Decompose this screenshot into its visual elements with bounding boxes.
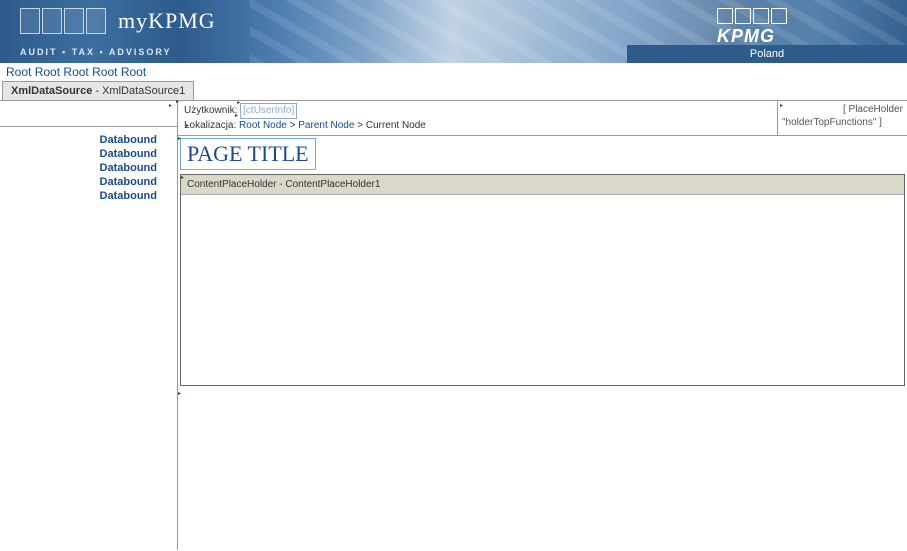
info-right-placeholder: ▸ [ PlaceHolder "holderTopFunctions" ] [777,101,907,135]
breadcrumb-parent[interactable]: Parent Node [298,120,354,131]
smart-tag-icon[interactable]: ▸ [181,175,187,181]
sidebar-item[interactable]: Databound [0,147,157,161]
sidebar-item[interactable]: Databound [0,189,157,203]
datasource-tab-name: XmlDataSource [11,85,92,97]
content-placeholder-header: ▸ ContentPlaceHolder - ContentPlaceHolde… [181,175,904,195]
smart-tag-icon[interactable]: ▸ [235,113,241,119]
top-menu: Root Root Root Root Root [0,63,907,81]
sidebar-item[interactable]: Databound [0,175,157,189]
sidebar-header-cell: ▸ [0,101,177,127]
corp-logo-squares-icon [717,8,787,24]
placeholder-line2: "holderTopFunctions" ] [782,116,903,129]
smart-tag-icon[interactable]: ▸ [176,99,182,105]
location-label: Lokalizacja: [184,120,236,131]
corp-logo-text: KPMG [717,26,787,47]
datasource-tab-row: XmlDataSource - XmlDataSource1 [0,81,907,100]
smart-tag-icon[interactable]: ▸ [178,391,184,397]
breadcrumb-sep: > [290,120,296,131]
brand-area: myKPMG [20,8,216,34]
page-title[interactable]: PAGE TITLE [180,138,316,170]
top-menu-item[interactable]: Root [63,65,88,79]
content-placeholder-body[interactable] [181,195,904,385]
breadcrumb-current: Current Node [366,120,426,131]
content-column: ▸ Użytkownik: ▸ [ctUserInfo] Lokalizacja… [178,101,907,550]
smart-tag-icon[interactable]: ▸ [780,103,786,109]
sidebar-item[interactable]: Databound [0,161,157,175]
corp-logo: KPMG [717,8,787,47]
user-control-placeholder[interactable]: ▸ [ctUserInfo] [240,103,297,119]
breadcrumb-sep: > [357,120,363,131]
sidebar: ▸ ▸ Databound Databound Databound Databo… [0,101,178,550]
smart-tag-icon[interactable]: ▸ [178,136,184,142]
top-menu-item[interactable]: Root [121,65,146,79]
smart-tag-icon[interactable]: ▸ [169,103,175,109]
lower-area: ▸ [180,388,905,548]
smart-tag-icon[interactable]: ▸ [237,100,243,106]
breadcrumb-root[interactable]: Root Node [239,120,287,131]
country-label: Poland [627,45,907,63]
content-placeholder-label: ContentPlaceHolder - ContentPlaceHolder1 [187,179,380,190]
datasource-tab[interactable]: XmlDataSource - XmlDataSource1 [2,81,194,100]
placeholder-line1: [ PlaceHolder [782,103,903,116]
info-row: ▸ Użytkownik: ▸ [ctUserInfo] Lokalizacja… [178,101,907,136]
user-label: Użytkownik: [184,105,237,116]
sidebar-item[interactable]: Databound [0,133,157,147]
tagline: AUDIT ▪ TAX ▪ ADVISORY [0,47,172,57]
main-layout: ▸ ▸ Databound Databound Databound Databo… [0,100,907,550]
sidebar-items: ▸ Databound Databound Databound Databoun… [0,127,177,203]
brand-squares-icon [20,8,106,34]
brand-text: myKPMG [118,8,216,34]
header-banner: myKPMG AUDIT ▪ TAX ▪ ADVISORY KPMG Polan… [0,0,907,63]
info-left: ▸ Użytkownik: ▸ [ctUserInfo] Lokalizacja… [178,101,777,135]
datasource-tab-suffix: - XmlDataSource1 [92,85,185,97]
content-placeholder[interactable]: ▸ ContentPlaceHolder - ContentPlaceHolde… [180,174,905,386]
top-menu-item[interactable]: Root [92,65,117,79]
top-menu-item[interactable]: Root [6,65,31,79]
user-control-text: [ctUserInfo] [243,105,294,116]
top-menu-item[interactable]: Root [35,65,60,79]
